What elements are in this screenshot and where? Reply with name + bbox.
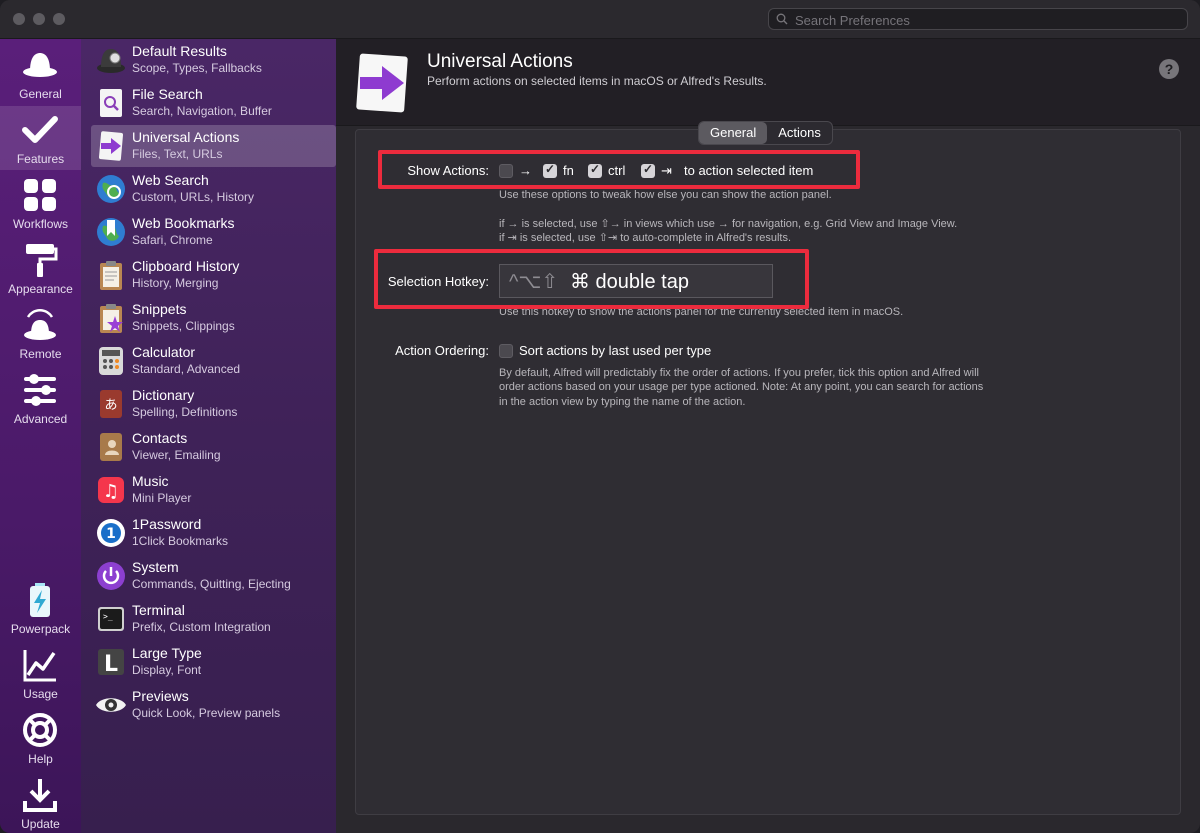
tab-actions[interactable]: Actions [767,122,832,144]
rail-item-features[interactable]: Features [0,106,81,170]
checkmark-icon [22,116,58,143]
tab-bar: General Actions [698,121,833,145]
rail-label: Appearance [8,282,73,296]
large-type-glyph: L [104,652,118,677]
rail-label: Advanced [13,412,68,426]
web-search-icon [97,175,125,203]
rail-item-general[interactable]: General [0,41,81,105]
zoom-window-button[interactable] [53,13,65,25]
onepassword-icon: 1 [97,519,125,547]
rail-label: Powerpack [10,622,71,636]
universal-actions-icon [98,131,124,161]
rail-label: Remote [19,347,62,361]
highlight-selection-hotkey [374,249,809,309]
music-icon: ♫ [98,477,124,503]
contacts-icon [100,433,122,461]
tab-general[interactable]: General [699,122,768,144]
rail-item-powerpack[interactable]: Powerpack [0,576,81,640]
rail-item-update[interactable]: Update [0,771,81,833]
page-title: Universal Actions [427,51,573,72]
large-type-icon: L [98,649,124,677]
highlight-show-actions [378,150,860,189]
minimize-window-button[interactable] [33,13,45,25]
terminal-icon: >_ [98,607,124,631]
feature-header: Universal Actions Perform actions on sel… [336,39,1200,126]
rail-label: Usage [23,687,58,701]
lifebuoy-icon [23,713,57,747]
action-ordering-hint-line1: By default, Alfred will predictably fix … [499,367,979,379]
clipboard-icon [100,261,122,290]
rail-item-appearance[interactable]: Appearance [0,236,81,300]
show-actions-hint: Use these options to tweak how else you … [499,189,832,201]
rail-label: Features [16,152,65,166]
search-input[interactable] [793,10,1177,30]
system-power-icon [97,562,125,590]
preferences-window: General Features Workflows Appearance Re… [0,0,1200,833]
action-ordering-hint-line2: order actions based on your usage per ty… [499,381,984,393]
sort-actions-option-label: Sort actions by last used per type [519,343,712,358]
dictionary-glyph: あ [104,398,117,413]
search-preferences-field[interactable] [768,8,1188,30]
settings-panel: General Actions Show Actions: → fn ctrl … [355,121,1181,815]
hat-icon [23,53,57,77]
sort-actions-checkbox[interactable] [499,344,513,358]
help-button[interactable]: ? [1159,59,1179,79]
default-results-icon [97,49,125,73]
rail-label: Workflows [12,217,69,231]
file-search-icon [100,89,122,117]
rail-item-help[interactable]: Help [0,706,81,770]
paint-roller-icon [26,244,58,277]
terminal-glyph: >_ [103,612,113,621]
rail-item-workflows[interactable]: Workflows [0,171,81,235]
rail-label: Update [21,817,60,831]
rail-label: General [19,87,62,101]
rail-item-remote[interactable]: Remote [0,301,81,365]
dictionary-icon: あ [100,390,122,418]
rail-label: Help [28,752,53,766]
category-rail: General Features Workflows Appearance Re… [0,39,81,833]
feature-item-universal-actions[interactable]: Universal Actions Files, Text, URLs [91,125,336,167]
music-glyph: ♫ [103,481,119,502]
grid-icon [24,179,56,211]
tab-key-hint: if ⇥ is selected, use ⇧⇥ to auto-complet… [499,232,792,244]
search-icon [776,13,788,25]
rail-item-advanced[interactable]: Advanced [0,366,81,430]
action-ordering-hint-line3: in the action view by typing the name of… [499,396,746,408]
page-subtitle: Perform actions on selected items in mac… [427,74,767,88]
chart-icon [23,650,56,682]
right-arrow-hint: if → is selected, use ⇧→ in views which … [499,218,958,230]
web-bookmarks-icon [97,218,125,246]
battery-icon [30,583,50,617]
close-window-button[interactable] [13,13,25,25]
titlebar [0,0,1200,39]
snippets-icon [100,304,123,333]
sliders-icon [24,374,56,406]
onepassword-glyph: 1 [106,526,116,542]
calculator-icon [99,347,123,375]
remote-hat-icon [24,308,56,340]
download-icon [23,779,57,812]
universal-actions-icon [356,53,408,113]
rail-item-usage[interactable]: Usage [0,641,81,705]
previews-eye-icon [96,698,126,712]
features-list: Default Results Scope, Types, Fallbacks … [81,39,336,833]
action-ordering-label: Action Ordering: [395,343,489,358]
